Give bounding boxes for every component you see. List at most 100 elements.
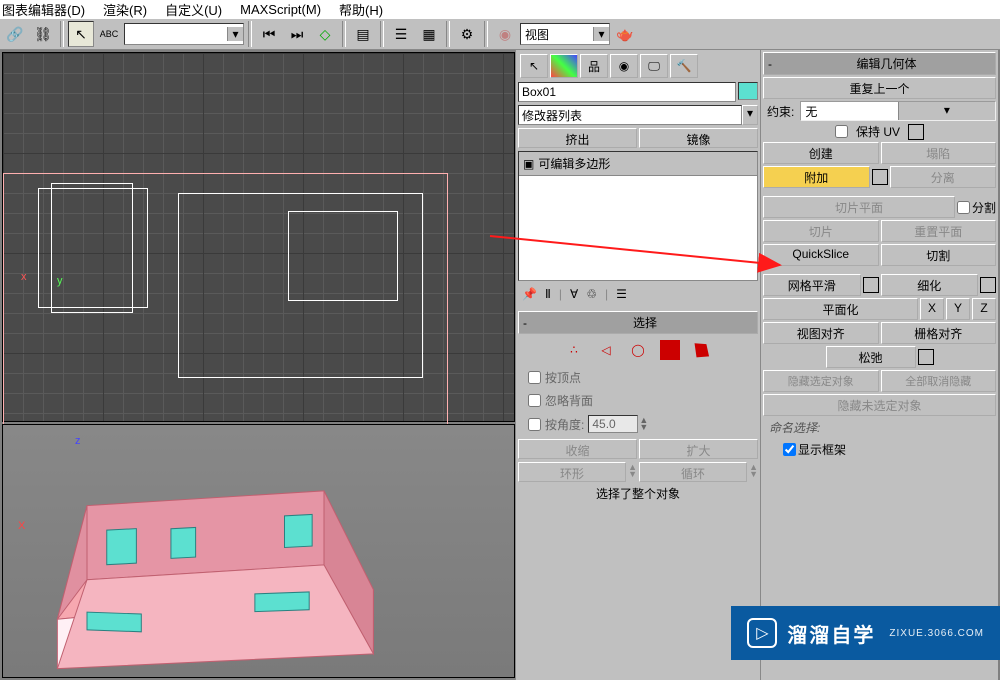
hide-selected-button[interactable]: 隐藏选定对象 bbox=[763, 370, 879, 392]
relax-button[interactable]: 松弛 bbox=[826, 346, 916, 368]
make-planar-button[interactable]: 平面化 bbox=[763, 298, 918, 320]
editable-poly-stack-item[interactable]: ▣ 可编辑多边形 bbox=[519, 152, 757, 176]
object-color-swatch[interactable] bbox=[738, 82, 758, 100]
command-panel: ↖ 品 ◉ 🖵 🔨 Box01 修改器列表 ▾ 挤出 镜像 ▣ 可编辑多边形 📌 bbox=[515, 50, 760, 680]
selection-rollout-header[interactable]: -选择 bbox=[518, 311, 758, 334]
unlink-icon[interactable]: ⛓ bbox=[30, 21, 56, 47]
select-by-name-icon[interactable]: ABC bbox=[96, 21, 122, 47]
modifier-stack[interactable]: ▣ 可编辑多边形 bbox=[518, 151, 758, 281]
vertex-subobj-icon[interactable]: ∴ bbox=[564, 340, 584, 360]
stack-toolbar: 📌 Ⅱ | ∀ ♲ | ☰ bbox=[518, 283, 758, 305]
display-tab-icon[interactable]: 🖵 bbox=[640, 54, 668, 78]
planar-z-button[interactable]: Z bbox=[972, 298, 996, 320]
angle-spinner[interactable]: 45.0 bbox=[588, 415, 638, 433]
border-subobj-icon[interactable]: ◯ bbox=[628, 340, 648, 360]
repeat-last-button[interactable]: 重复上一个 bbox=[763, 77, 996, 99]
make-unique-icon[interactable]: ∀ bbox=[570, 287, 578, 301]
preserve-uv-checkbox[interactable] bbox=[835, 125, 848, 138]
top-viewport[interactable]: x y bbox=[2, 52, 515, 422]
menu-graph-editors[interactable]: 图表编辑器(D) bbox=[2, 0, 85, 19]
modifier-list-dropdown[interactable]: 修改器列表 bbox=[518, 105, 742, 125]
hide-unselected-button[interactable]: 隐藏未选定对象 bbox=[763, 394, 996, 416]
by-angle-checkbox[interactable] bbox=[528, 418, 541, 431]
remove-modifier-icon[interactable]: ♲ bbox=[586, 287, 597, 301]
by-vertex-label: 按顶点 bbox=[545, 369, 581, 386]
view-dropdown[interactable]: 视图▾ bbox=[520, 23, 610, 45]
constraint-label: 约束: bbox=[763, 103, 798, 120]
show-cage-checkbox[interactable] bbox=[783, 443, 796, 456]
persp-x-axis: X bbox=[18, 520, 25, 532]
edge-subobj-icon[interactable]: ◁ bbox=[596, 340, 616, 360]
configure-modifier-sets-icon[interactable]: ☰ bbox=[616, 287, 627, 301]
schematic-view-icon[interactable]: ⚙ bbox=[454, 21, 480, 47]
mirror-button[interactable]: 镜像 bbox=[639, 128, 758, 148]
perspective-viewport[interactable]: X z bbox=[2, 424, 515, 678]
hierarchy-tab-icon[interactable]: 品 bbox=[580, 54, 608, 78]
menu-bar[interactable]: 图表编辑器(D) 渲染(R) 自定义(U) MAXScript(M) 帮助(H) bbox=[0, 0, 1000, 18]
next-key-icon[interactable]: ⏭ bbox=[284, 21, 310, 47]
modifier-list-arrow[interactable]: ▾ bbox=[742, 105, 758, 125]
show-end-result-icon[interactable]: Ⅱ bbox=[545, 287, 551, 301]
planar-y-button[interactable]: Y bbox=[946, 298, 970, 320]
slice-button[interactable]: 切片 bbox=[763, 220, 879, 242]
menu-customize[interactable]: 自定义(U) bbox=[165, 0, 222, 19]
undo-link-icon[interactable]: 🔗 bbox=[2, 21, 28, 47]
material-editor-icon[interactable]: ◉ bbox=[492, 21, 518, 47]
loop-button[interactable]: 循环 bbox=[639, 462, 747, 482]
show-cage-label: 显示框架 bbox=[798, 441, 846, 458]
menu-rendering[interactable]: 渲染(R) bbox=[103, 0, 147, 19]
grid-align-button[interactable]: 栅格对齐 bbox=[881, 322, 997, 344]
edit-geometry-header[interactable]: -编辑几何体 bbox=[763, 52, 996, 75]
menu-help[interactable]: 帮助(H) bbox=[339, 0, 383, 19]
modify-tab-cursor-icon[interactable]: ↖ bbox=[520, 54, 548, 78]
preserve-uv-label: 保持 UV bbox=[856, 123, 900, 140]
curve-editor-icon[interactable]: ☰ bbox=[388, 21, 414, 47]
detach-button[interactable]: 分离 bbox=[890, 166, 997, 188]
x-axis-label: x bbox=[21, 271, 27, 283]
cut-button[interactable]: 切割 bbox=[881, 244, 997, 266]
shrink-button[interactable]: 收缩 bbox=[518, 439, 637, 459]
object-name-input[interactable]: Box01 bbox=[518, 82, 736, 102]
motion-tab-icon[interactable]: ◉ bbox=[610, 54, 638, 78]
selection-status: 选择了整个对象 bbox=[518, 482, 758, 505]
slice-plane-button[interactable]: 切片平面 bbox=[763, 196, 955, 218]
split-checkbox[interactable] bbox=[957, 201, 970, 214]
expand-icon[interactable]: ▣ bbox=[523, 157, 534, 171]
selection-filter-dropdown[interactable]: ▾ bbox=[124, 23, 244, 45]
persp-z-axis: z bbox=[75, 435, 81, 447]
msmooth-settings-icon[interactable] bbox=[863, 277, 879, 293]
region-icon[interactable]: ◇ bbox=[312, 21, 338, 47]
view-align-button[interactable]: 视图对齐 bbox=[763, 322, 879, 344]
modify-tab-rainbow-icon[interactable] bbox=[550, 54, 578, 78]
pin-stack-icon[interactable]: 📌 bbox=[522, 287, 537, 301]
relax-settings-icon[interactable] bbox=[918, 349, 934, 365]
constraint-dropdown[interactable]: 无▾ bbox=[800, 101, 996, 121]
attach-list-icon[interactable] bbox=[872, 169, 888, 185]
extrude-button[interactable]: 挤出 bbox=[518, 128, 637, 148]
element-subobj-icon[interactable] bbox=[692, 340, 712, 360]
create-button[interactable]: 创建 bbox=[763, 142, 879, 164]
render-icon[interactable]: 🫖 bbox=[612, 21, 638, 47]
attach-button[interactable]: 附加 bbox=[763, 166, 870, 188]
prev-key-icon[interactable]: ⏮ bbox=[256, 21, 282, 47]
grow-button[interactable]: 扩大 bbox=[639, 439, 758, 459]
quickslice-button[interactable]: QuickSlice bbox=[763, 244, 879, 266]
layer-icon[interactable]: ▤ bbox=[350, 21, 376, 47]
planar-x-button[interactable]: X bbox=[920, 298, 944, 320]
menu-maxscript[interactable]: MAXScript(M) bbox=[240, 2, 321, 17]
y-axis-label: y bbox=[57, 275, 63, 287]
tessellate-button[interactable]: 细化 bbox=[881, 274, 979, 296]
ignore-backfacing-checkbox[interactable] bbox=[528, 394, 541, 407]
collapse-button[interactable]: 塌陷 bbox=[881, 142, 997, 164]
dope-sheet-icon[interactable]: ▦ bbox=[416, 21, 442, 47]
select-cursor-icon[interactable]: ↖ bbox=[68, 21, 94, 47]
utilities-tab-icon[interactable]: 🔨 bbox=[670, 54, 698, 78]
by-vertex-checkbox[interactable] bbox=[528, 371, 541, 384]
tessellate-settings-icon[interactable] bbox=[980, 277, 996, 293]
reset-plane-button[interactable]: 重置平面 bbox=[881, 220, 997, 242]
unhide-all-button[interactable]: 全部取消隐藏 bbox=[881, 370, 997, 392]
msmooth-button[interactable]: 网格平滑 bbox=[763, 274, 861, 296]
polygon-subobj-icon[interactable] bbox=[660, 340, 680, 360]
preserve-uv-settings-icon[interactable] bbox=[908, 124, 924, 140]
ring-button[interactable]: 环形 bbox=[518, 462, 626, 482]
